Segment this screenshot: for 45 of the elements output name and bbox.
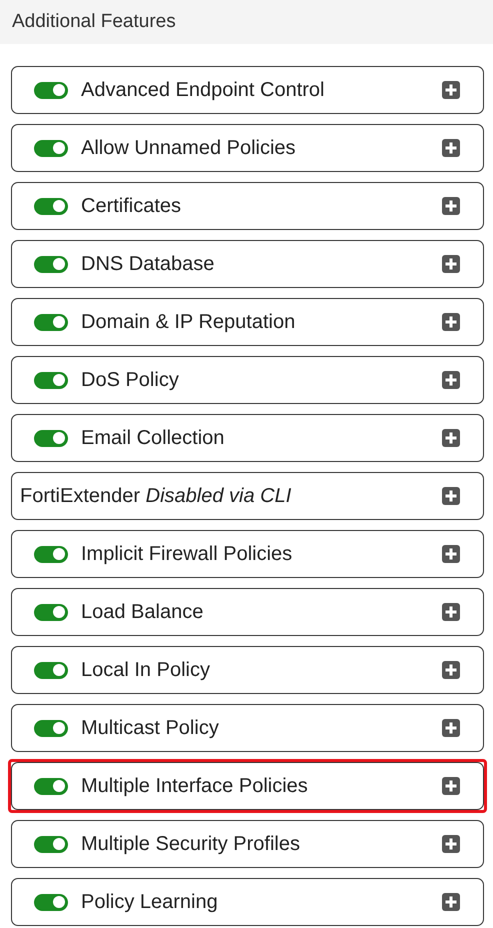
expand-icon[interactable]	[441, 718, 461, 738]
expand-icon[interactable]	[441, 892, 461, 912]
expand-icon[interactable]	[441, 486, 461, 506]
toggle-switch[interactable]	[34, 430, 68, 446]
section-title: Additional Features	[12, 11, 176, 33]
toggle-switch[interactable]	[34, 604, 68, 620]
toggle-switch[interactable]	[34, 82, 68, 98]
expand-icon[interactable]	[441, 660, 461, 680]
feature-label: Local In Policy	[81, 658, 211, 682]
expand-icon[interactable]	[441, 312, 461, 332]
feature-label: Multicast Policy	[81, 716, 220, 740]
toggle-switch[interactable]	[34, 894, 68, 910]
toggle-switch[interactable]	[34, 314, 68, 330]
feature-label: Implicit Firewall Policies	[81, 542, 294, 566]
expand-icon[interactable]	[441, 834, 461, 854]
expand-icon[interactable]	[441, 370, 461, 390]
toggle-switch[interactable]	[34, 546, 68, 562]
toggle-switch[interactable]	[34, 256, 68, 272]
feature-label: DNS Database	[81, 252, 216, 276]
feature-label: Certificates	[81, 194, 182, 218]
expand-icon[interactable]	[441, 776, 461, 796]
feature-label: Multiple Security Profiles	[81, 832, 301, 856]
toggle-switch[interactable]	[34, 720, 68, 736]
toggle-switch[interactable]	[34, 662, 68, 678]
toggle-switch[interactable]	[34, 836, 68, 852]
expand-icon[interactable]	[441, 544, 461, 564]
toggle-switch[interactable]	[34, 140, 68, 156]
expand-icon[interactable]	[441, 428, 461, 448]
expand-icon[interactable]	[441, 602, 461, 622]
feature-label: Load Balance	[81, 600, 204, 624]
feature-label: Allow Unnamed Policies	[81, 136, 297, 160]
toggle-switch[interactable]	[34, 778, 68, 794]
feature-label: Domain & IP Reputation	[81, 310, 296, 334]
feature-label: FortiExtender Disabled via CLI	[20, 484, 292, 508]
feature-label: Email Collection	[81, 426, 226, 450]
feature-label: DoS Policy	[81, 368, 180, 392]
expand-icon[interactable]	[441, 138, 461, 158]
feature-label: Multiple Interface Policies	[81, 774, 309, 798]
expand-icon[interactable]	[441, 196, 461, 216]
feature-label: Advanced Endpoint Control	[81, 78, 326, 102]
feature-label: Policy Learning	[81, 890, 219, 914]
toggle-switch[interactable]	[34, 198, 68, 214]
expand-icon[interactable]	[441, 254, 461, 274]
expand-icon[interactable]	[441, 80, 461, 100]
toggle-switch[interactable]	[34, 372, 68, 388]
